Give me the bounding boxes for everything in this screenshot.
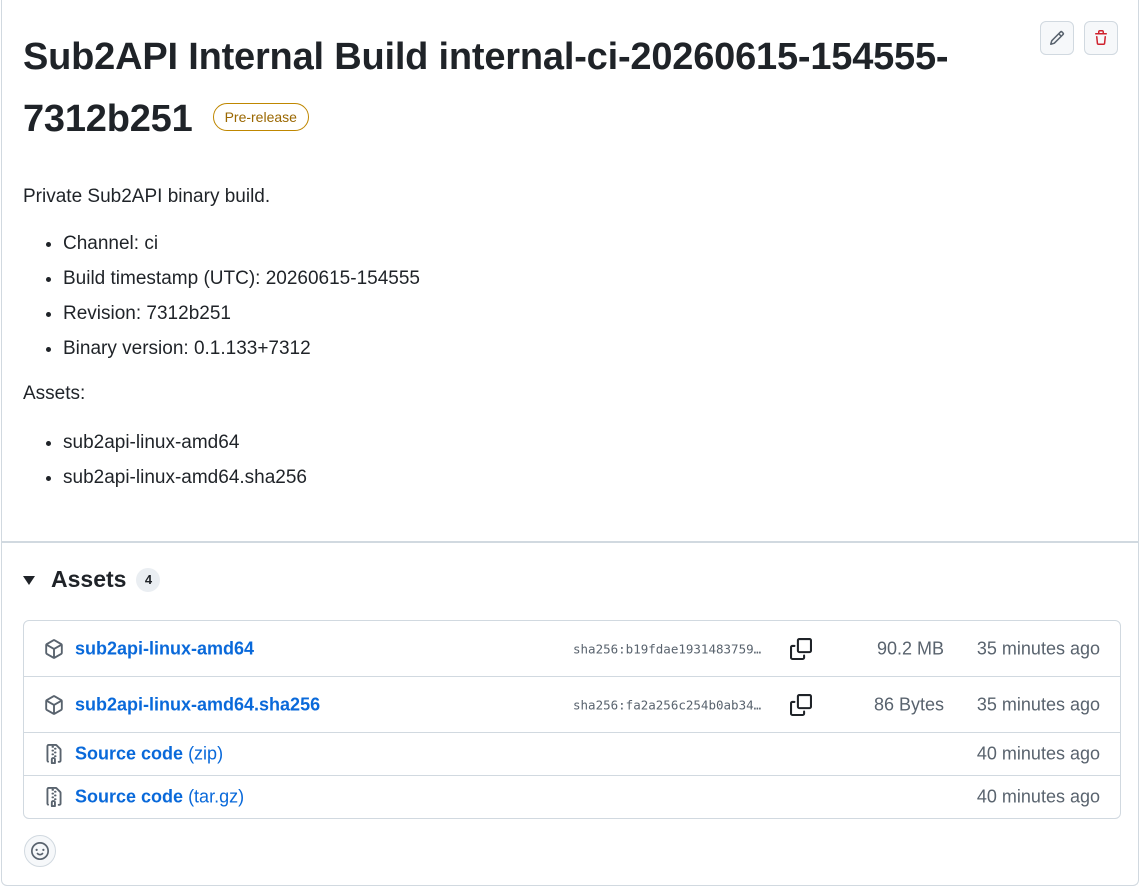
edit-release-button[interactable]	[1040, 21, 1074, 55]
asset-size: 90.2 MB	[876, 638, 944, 658]
release-intro: Private Sub2API binary build.	[23, 186, 271, 207]
assets-toggle[interactable]: Assets 4	[23, 566, 161, 593]
delete-release-button[interactable]	[1084, 21, 1118, 55]
asset-time: 35 minutes ago	[976, 638, 1100, 658]
asset-row: sub2api-linux-amd64.sha256 sha256:fa2a25…	[24, 676, 1120, 732]
detail-revision: Revision: 7312b251	[63, 296, 420, 331]
release-card: Sub2API Internal Build internal-ci-20260…	[1, 0, 1139, 886]
asset-name: sub2api-linux-amd64.sha256	[75, 694, 321, 714]
asset-row: Source code (tar.gz) 40 minutes ago	[24, 775, 1120, 818]
prerelease-badge: Pre-release	[212, 102, 309, 131]
asset-name: Source code	[75, 786, 184, 807]
source-zip-link[interactable]: Source code (zip)	[75, 744, 223, 765]
copy-icon[interactable]	[790, 693, 812, 716]
notes-assets-label: Assets:	[23, 383, 86, 404]
asset-download-link[interactable]: sub2api-linux-amd64	[75, 638, 254, 659]
source-targz-link[interactable]: Source code (tar.gz)	[75, 787, 244, 808]
release-notes: Private Sub2API binary build. Channel: c…	[23, 182, 420, 495]
asset-time: 40 minutes ago	[976, 786, 1100, 807]
assets-count-badge: 4	[136, 567, 161, 592]
package-icon	[45, 638, 63, 659]
release-details-list: Channel: ci Build timestamp (UTC): 20260…	[23, 226, 420, 366]
asset-name: sub2api-linux-amd64	[75, 638, 255, 658]
asset-time: 40 minutes ago	[976, 743, 1100, 764]
smiley-icon	[31, 842, 49, 860]
notes-asset-list: sub2api-linux-amd64 sub2api-linux-amd64.…	[23, 425, 420, 495]
asset-format: (tar.gz)	[188, 786, 245, 807]
file-zip-icon	[46, 787, 62, 807]
notes-asset-item: sub2api-linux-amd64.sha256	[63, 460, 420, 495]
add-reaction-button[interactable]	[24, 835, 56, 867]
detail-channel: Channel: ci	[63, 226, 420, 261]
release-title: Sub2API Internal Build internal-ci-20260…	[23, 26, 1033, 150]
detail-binary-version: Binary version: 0.1.133+7312	[63, 331, 420, 366]
package-icon	[45, 694, 63, 715]
trash-icon	[1095, 30, 1107, 45]
section-divider	[2, 541, 1138, 543]
asset-row: Source code (zip) 40 minutes ago	[24, 732, 1120, 775]
asset-download-link[interactable]: sub2api-linux-amd64.sha256	[75, 694, 320, 715]
assets-list: sub2api-linux-amd64 sha256:b19fdae193148…	[23, 620, 1121, 819]
asset-time: 35 minutes ago	[976, 694, 1100, 714]
asset-format: (zip)	[188, 743, 224, 764]
detail-timestamp: Build timestamp (UTC): 20260615-154555	[63, 261, 420, 296]
file-zip-icon	[46, 744, 62, 764]
assets-title: Assets	[51, 566, 127, 592]
asset-sha256: sha256:b19fdae1931483759…	[573, 641, 762, 656]
asset-row: sub2api-linux-amd64 sha256:b19fdae193148…	[24, 621, 1120, 676]
asset-size: 86 Bytes	[873, 694, 944, 714]
notes-asset-item: sub2api-linux-amd64	[63, 425, 420, 460]
asset-sha256: sha256:fa2a256c254b0ab34…	[573, 697, 762, 712]
release-title-text: Sub2API Internal Build internal-ci-20260…	[23, 36, 949, 140]
copy-icon[interactable]	[790, 637, 812, 660]
asset-name: Source code	[75, 743, 184, 764]
pencil-icon	[1049, 30, 1065, 46]
release-actions	[1040, 21, 1118, 55]
triangle-down-icon	[23, 576, 35, 585]
